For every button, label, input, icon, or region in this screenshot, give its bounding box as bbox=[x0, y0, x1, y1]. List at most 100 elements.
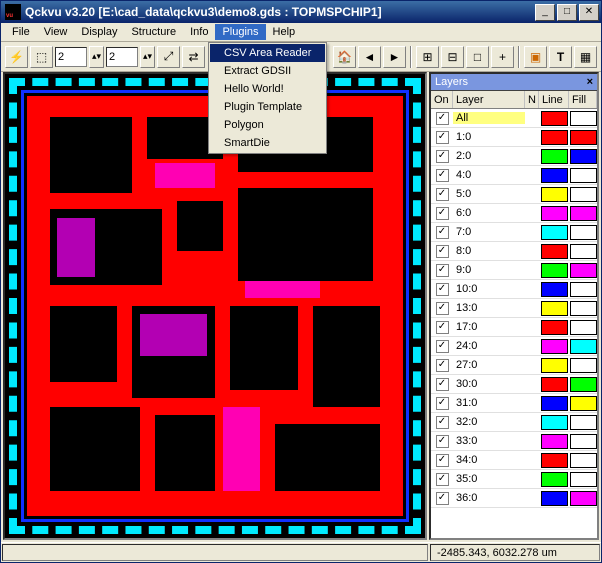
layer-row[interactable]: ✓24:0 bbox=[431, 337, 597, 356]
checkbox-icon[interactable]: ✓ bbox=[436, 435, 449, 448]
line-swatch[interactable] bbox=[541, 339, 568, 354]
grid-icon[interactable]: ▦ bbox=[574, 46, 597, 68]
fill-swatch[interactable] bbox=[570, 111, 597, 126]
checkbox-icon[interactable]: ✓ bbox=[436, 245, 449, 258]
line-swatch[interactable] bbox=[541, 377, 568, 392]
layer-row[interactable]: ✓17:0 bbox=[431, 318, 597, 337]
checkbox-icon[interactable]: ✓ bbox=[436, 207, 449, 220]
fill-swatch[interactable] bbox=[570, 472, 597, 487]
checkbox-icon[interactable]: ✓ bbox=[436, 264, 449, 277]
line-swatch[interactable] bbox=[541, 149, 568, 164]
fill-swatch[interactable] bbox=[570, 453, 597, 468]
fill-swatch[interactable] bbox=[570, 244, 597, 259]
checkbox-icon[interactable]: ✓ bbox=[436, 321, 449, 334]
layer-row[interactable]: ✓32:0 bbox=[431, 413, 597, 432]
home-icon[interactable]: 🏠 bbox=[333, 46, 356, 68]
line-swatch[interactable] bbox=[541, 415, 568, 430]
checkbox-icon[interactable]: ✓ bbox=[436, 302, 449, 315]
fill-swatch[interactable] bbox=[570, 187, 597, 202]
dropdown-smartdie[interactable]: SmartDie bbox=[210, 134, 325, 152]
checkbox-icon[interactable]: ✓ bbox=[436, 359, 449, 372]
layer-row[interactable]: ✓5:0 bbox=[431, 185, 597, 204]
layer-row[interactable]: ✓4:0 bbox=[431, 166, 597, 185]
checkbox-icon[interactable]: ✓ bbox=[436, 454, 449, 467]
checkbox-icon[interactable]: ✓ bbox=[436, 473, 449, 486]
line-swatch[interactable] bbox=[541, 301, 568, 316]
line-swatch[interactable] bbox=[541, 434, 568, 449]
line-swatch[interactable] bbox=[541, 263, 568, 278]
layer-row[interactable]: ✓9:0 bbox=[431, 261, 597, 280]
dropdown-extract-gdsii[interactable]: Extract GDSII bbox=[210, 62, 325, 80]
text-tool-icon[interactable]: T bbox=[549, 46, 572, 68]
plus-box-icon[interactable]: ⊞ bbox=[416, 46, 439, 68]
col-on[interactable]: On bbox=[431, 91, 453, 108]
layer-row[interactable]: ✓33:0 bbox=[431, 432, 597, 451]
menu-plugins[interactable]: Plugins bbox=[215, 24, 265, 40]
line-swatch[interactable] bbox=[541, 396, 568, 411]
checkbox-icon[interactable]: ✓ bbox=[436, 188, 449, 201]
layer-row[interactable]: ✓2:0 bbox=[431, 147, 597, 166]
fill-swatch[interactable] bbox=[570, 396, 597, 411]
fill-swatch[interactable] bbox=[570, 377, 597, 392]
fill-swatch[interactable] bbox=[570, 130, 597, 145]
menu-help[interactable]: Help bbox=[266, 24, 303, 40]
layer-row[interactable]: ✓6:0 bbox=[431, 204, 597, 223]
checkbox-icon[interactable]: ✓ bbox=[436, 150, 449, 163]
line-swatch[interactable] bbox=[541, 111, 568, 126]
line-swatch[interactable] bbox=[541, 358, 568, 373]
checkbox-icon[interactable]: ✓ bbox=[436, 131, 449, 144]
layer-row[interactable]: ✓1:0 bbox=[431, 128, 597, 147]
lightning-icon[interactable]: ⚡ bbox=[5, 46, 28, 68]
fill-swatch[interactable] bbox=[570, 339, 597, 354]
line-swatch[interactable] bbox=[541, 320, 568, 335]
fill-swatch[interactable] bbox=[570, 282, 597, 297]
fill-swatch[interactable] bbox=[570, 358, 597, 373]
layers-icon[interactable]: ▣ bbox=[524, 46, 547, 68]
back-icon[interactable]: ◄ bbox=[358, 46, 381, 68]
spin-up-2[interactable]: ▴▾ bbox=[140, 46, 155, 68]
fill-swatch[interactable] bbox=[570, 301, 597, 316]
layer-row[interactable]: ✓30:0 bbox=[431, 375, 597, 394]
col-fill[interactable]: Fill bbox=[569, 91, 597, 108]
forward-icon[interactable]: ► bbox=[383, 46, 406, 68]
col-n[interactable]: N bbox=[525, 91, 539, 108]
layer-row[interactable]: ✓36:0 bbox=[431, 489, 597, 508]
layer-row[interactable]: ✓8:0 bbox=[431, 242, 597, 261]
menu-file[interactable]: File bbox=[5, 24, 37, 40]
fill-swatch[interactable] bbox=[570, 206, 597, 221]
fill-swatch[interactable] bbox=[570, 415, 597, 430]
zoom-area-icon[interactable]: ⬚ bbox=[30, 46, 53, 68]
line-swatch[interactable] bbox=[541, 187, 568, 202]
line-swatch[interactable] bbox=[541, 225, 568, 240]
checkbox-icon[interactable]: ✓ bbox=[436, 226, 449, 239]
menu-structure[interactable]: Structure bbox=[124, 24, 183, 40]
dropdown-hello-world[interactable]: Hello World! bbox=[210, 80, 325, 98]
fill-swatch[interactable] bbox=[570, 434, 597, 449]
layer-row[interactable]: ✓10:0 bbox=[431, 280, 597, 299]
minus-box-icon[interactable]: ⊟ bbox=[441, 46, 464, 68]
menu-info[interactable]: Info bbox=[183, 24, 215, 40]
minimize-button[interactable]: _ bbox=[535, 4, 555, 21]
line-swatch[interactable] bbox=[541, 472, 568, 487]
fill-swatch[interactable] bbox=[570, 149, 597, 164]
fit-view-icon[interactable]: ⤢ bbox=[157, 46, 180, 68]
dropdown-csv-area-reader[interactable]: CSV Area Reader bbox=[210, 44, 325, 62]
line-swatch[interactable] bbox=[541, 168, 568, 183]
dropdown-polygon[interactable]: Polygon bbox=[210, 116, 325, 134]
layer-row[interactable]: ✓31:0 bbox=[431, 394, 597, 413]
fill-swatch[interactable] bbox=[570, 168, 597, 183]
layers-panel-close-icon[interactable]: × bbox=[587, 76, 593, 88]
line-swatch[interactable] bbox=[541, 453, 568, 468]
spin-up-1[interactable]: ▴▾ bbox=[89, 46, 104, 68]
checkbox-icon[interactable]: ✓ bbox=[436, 169, 449, 182]
line-swatch[interactable] bbox=[541, 130, 568, 145]
layers-table[interactable]: On Layer N Line Fill ✓ All ✓1:0✓2:0✓4:0✓… bbox=[431, 91, 597, 538]
expand-icon[interactable]: □ bbox=[466, 46, 489, 68]
line-swatch[interactable] bbox=[541, 206, 568, 221]
checkbox-icon[interactable]: ✓ bbox=[436, 492, 449, 505]
menu-view[interactable]: View bbox=[37, 24, 75, 40]
layer-row[interactable]: ✓13:0 bbox=[431, 299, 597, 318]
fill-swatch[interactable] bbox=[570, 263, 597, 278]
layer-row-all[interactable]: ✓ All bbox=[431, 109, 597, 128]
layer-row[interactable]: ✓27:0 bbox=[431, 356, 597, 375]
